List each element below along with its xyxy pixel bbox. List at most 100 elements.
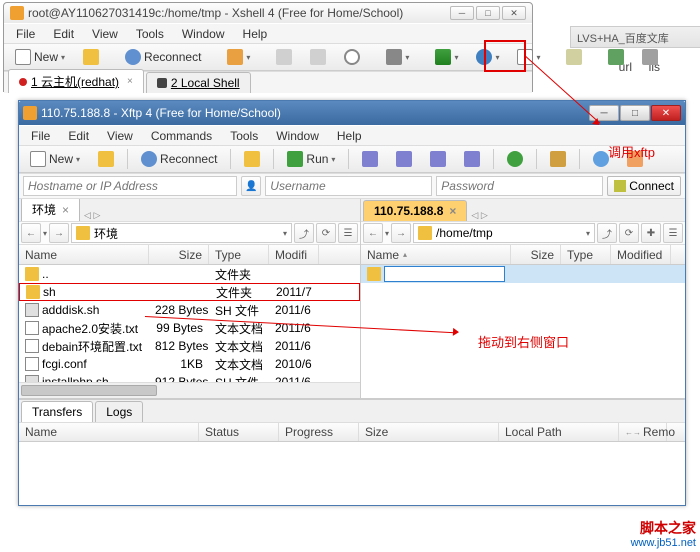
col-size[interactable]: Size <box>359 423 499 441</box>
list-item[interactable]: installphp.sh912 BytesSH 文件2011/6 <box>19 373 360 382</box>
session-tab-1[interactable]: 1 云主机(redhat)× <box>8 69 144 93</box>
forward-button[interactable]: → <box>391 223 411 243</box>
transfer-btn-3[interactable] <box>423 148 453 170</box>
horizontal-scrollbar[interactable] <box>19 382 360 398</box>
col-type[interactable]: Type <box>561 245 611 264</box>
open-button[interactable] <box>76 46 106 68</box>
xshell-titlebar[interactable]: root@AY110627031419c:/home/tmp - Xshell … <box>4 3 532 23</box>
col-remote[interactable]: ←→Remo <box>619 423 667 441</box>
copy-button[interactable] <box>269 46 299 68</box>
paste-button[interactable] <box>303 46 333 68</box>
menu-file[interactable]: File <box>23 127 58 145</box>
session-tab-2[interactable]: 2 Local Shell <box>146 72 251 93</box>
menu-edit[interactable]: Edit <box>60 127 97 145</box>
open-button[interactable] <box>91 148 121 170</box>
col-progress[interactable]: Progress <box>279 423 359 441</box>
back-button[interactable]: ← <box>21 223 41 243</box>
remote-path-field[interactable]: /home/tmp▾ <box>413 223 595 243</box>
menu-help[interactable]: Help <box>329 127 370 145</box>
close-button[interactable]: ✕ <box>651 105 681 121</box>
view-button[interactable]: ☰ <box>663 223 683 243</box>
close-tab-icon[interactable]: × <box>127 76 133 87</box>
tool-btn-1[interactable]: ▾ <box>220 46 257 68</box>
transfers-list[interactable] <box>19 442 685 477</box>
menu-file[interactable]: File <box>8 25 43 43</box>
new-folder-rename-input[interactable] <box>384 266 505 282</box>
col-localpath[interactable]: Local Path <box>499 423 619 441</box>
col-size[interactable]: Size <box>511 245 561 264</box>
transfer-btn-2[interactable] <box>389 148 419 170</box>
list-item[interactable]: ..文件夹 <box>19 265 360 283</box>
remote-tab[interactable]: 110.75.188.8× <box>363 200 467 221</box>
color-button[interactable]: ▾ <box>428 46 465 68</box>
menu-tools[interactable]: Tools <box>128 25 172 43</box>
close-tab-icon[interactable]: × <box>62 203 69 217</box>
tab-transfers[interactable]: Transfers <box>21 401 93 422</box>
refresh-button[interactable]: ⟳ <box>316 223 336 243</box>
refresh-button[interactable]: ⟳ <box>619 223 639 243</box>
up-button[interactable]: ⤴ <box>597 223 617 243</box>
up-button[interactable]: ⤴ <box>294 223 314 243</box>
menu-tools[interactable]: Tools <box>222 127 266 145</box>
tab-nav-icon[interactable]: ◁ ▷ <box>84 210 100 221</box>
reconnect-button[interactable]: Reconnect <box>118 46 208 68</box>
connect-button[interactable]: Connect <box>607 176 681 196</box>
new-folder-button[interactable] <box>237 148 267 170</box>
username-input[interactable] <box>265 176 432 196</box>
view-button[interactable]: ☰ <box>338 223 358 243</box>
col-modified[interactable]: Modified <box>611 245 671 264</box>
tool-btn-9[interactable] <box>635 46 665 68</box>
list-item[interactable] <box>361 265 685 283</box>
file-icon <box>25 357 39 371</box>
maximize-button[interactable]: □ <box>476 6 500 20</box>
local-file-list[interactable]: ..文件夹sh文件夹2011/7adddisk.sh228 BytesSH 文件… <box>19 265 360 382</box>
run-button[interactable]: Run▾ <box>280 148 342 170</box>
menu-help[interactable]: Help <box>235 25 276 43</box>
new-button[interactable]: New▾ <box>8 46 72 68</box>
list-item[interactable]: fcgi.conf1KB文本文档2010/6 <box>19 355 360 373</box>
xftp-launch-button[interactable] <box>601 46 631 68</box>
remote-file-header: Name ▴ Size Type Modified <box>361 245 685 265</box>
col-size[interactable]: Size <box>149 245 209 264</box>
options-button[interactable] <box>543 148 573 170</box>
newf-button[interactable]: ✚ <box>641 223 661 243</box>
maximize-button[interactable]: □ <box>620 105 650 121</box>
back-button[interactable]: ← <box>363 223 383 243</box>
col-modified[interactable]: Modifi <box>269 245 319 264</box>
print-button[interactable]: ▾ <box>379 46 416 68</box>
xftp-titlebar[interactable]: 110.75.188.8 - Xftp 4 (Free for Home/Sch… <box>19 101 685 125</box>
sync-button[interactable] <box>500 148 530 170</box>
transfer-btn-4[interactable] <box>457 148 487 170</box>
password-input[interactable] <box>436 176 603 196</box>
list-item[interactable]: apache2.0安装.txt99 Bytes文本文档2011/6 <box>19 319 360 337</box>
list-item[interactable]: adddisk.sh228 BytesSH 文件2011/6 <box>19 301 360 319</box>
menu-edit[interactable]: Edit <box>45 25 82 43</box>
menu-view[interactable]: View <box>84 25 126 43</box>
menu-window[interactable]: Window <box>174 25 233 43</box>
tab-logs[interactable]: Logs <box>95 401 143 422</box>
minimize-button[interactable]: ─ <box>450 6 474 20</box>
col-type[interactable]: Type <box>209 245 269 264</box>
col-status[interactable]: Status <box>199 423 279 441</box>
find-button[interactable] <box>337 46 367 68</box>
script-button[interactable] <box>559 46 589 68</box>
col-name[interactable]: Name ▴ <box>361 245 511 264</box>
menu-commands[interactable]: Commands <box>143 127 220 145</box>
list-item[interactable]: sh文件夹2011/7 <box>19 283 360 301</box>
folder-icon <box>367 267 381 281</box>
hostname-input[interactable] <box>23 176 237 196</box>
forward-button[interactable]: → <box>49 223 69 243</box>
close-button[interactable]: ✕ <box>502 6 526 20</box>
col-name[interactable]: Name <box>19 245 149 264</box>
menu-window[interactable]: Window <box>268 127 327 145</box>
local-tab[interactable]: 环境× <box>21 199 80 221</box>
col-name[interactable]: Name <box>19 423 199 441</box>
list-item[interactable]: debain环境配置.txt812 Bytes文本文档2011/6 <box>19 337 360 355</box>
tab-nav-icon[interactable]: ◁ ▷ <box>471 210 487 221</box>
close-tab-icon[interactable]: × <box>449 204 456 218</box>
reconnect-button[interactable]: Reconnect <box>134 148 224 170</box>
transfer-btn-1[interactable] <box>355 148 385 170</box>
local-path-field[interactable]: 环境▾ <box>71 223 292 243</box>
new-button[interactable]: New▾ <box>23 148 87 170</box>
menu-view[interactable]: View <box>99 127 141 145</box>
